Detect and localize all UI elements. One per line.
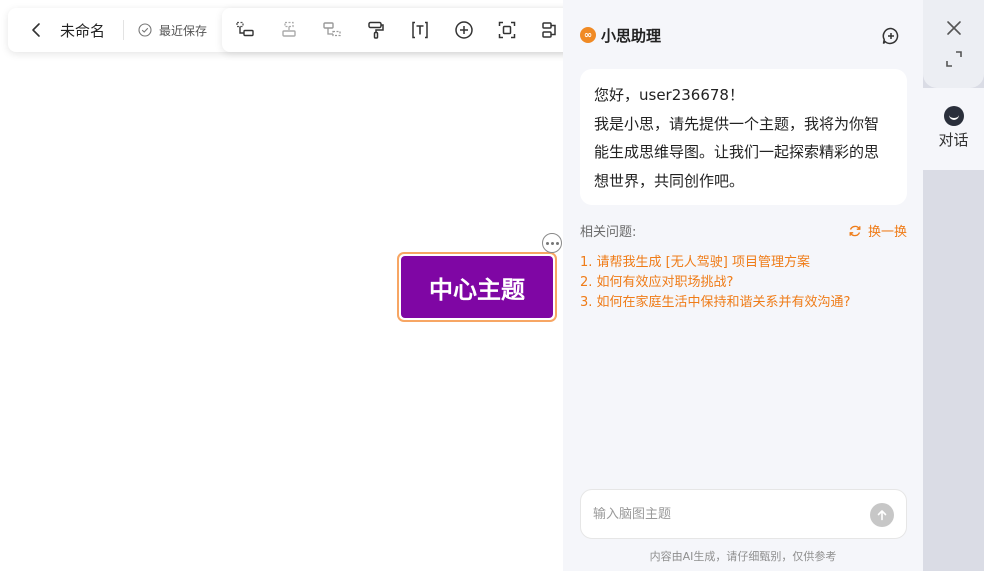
related-questions-label: 相关问题:: [580, 225, 637, 240]
expand-icon[interactable]: [944, 49, 964, 69]
greeting-text: 您好，user236678！ 我是小思，请先提供一个主题，我将为你智能生成思维导…: [594, 86, 880, 190]
insert-text-button[interactable]: [407, 17, 433, 43]
chat-tab-label: 对话: [938, 131, 969, 149]
chat-tab[interactable]: 对话: [923, 88, 984, 170]
topic-input[interactable]: [593, 506, 863, 522]
toolbar-divider: [123, 20, 125, 40]
central-topic-node[interactable]: 中心主题: [401, 256, 553, 318]
document-title[interactable]: 未命名: [60, 20, 105, 41]
greeting-message: 您好，user236678！ 我是小思，请先提供一个主题，我将为你智能生成思维导…: [580, 69, 907, 205]
add-sibling-icon: [281, 21, 296, 37]
topic-input-box: [580, 489, 907, 539]
add-parent-icon: [323, 22, 342, 37]
node-more-button[interactable]: [542, 233, 562, 253]
rail-empty-area: [923, 170, 984, 571]
chat-icon: [943, 106, 964, 126]
refresh-icon: [849, 225, 861, 236]
check-circle-icon: [138, 23, 152, 37]
assistant-header: ∞ 小思助理: [563, 0, 923, 70]
app-root: 未命名 最近保存 中心主题 ∞ 小思助理 您好，user236678！ 我是小思…: [0, 0, 984, 571]
text-icon: [412, 21, 428, 39]
assistant-panel: ∞ 小思助理 您好，user236678！ 我是小思，请先提供一个主题，我将为你…: [563, 0, 923, 571]
layout-button[interactable]: [538, 17, 563, 43]
insert-button[interactable]: [451, 17, 477, 43]
question-item-2[interactable]: 2. 如何有效应对职场挑战?: [580, 273, 910, 293]
send-button[interactable]: [870, 503, 894, 527]
question-item-3[interactable]: 3. 如何在家庭生活中保持和谐关系并有效沟通?: [580, 293, 910, 313]
edit-toolbar: [222, 8, 563, 52]
side-rail: 对话: [923, 0, 984, 571]
add-parent-button[interactable]: [320, 17, 346, 43]
add-child-icon: [236, 21, 254, 37]
assistant-logo: ∞: [580, 27, 596, 43]
central-node-selection: 中心主题: [397, 252, 557, 322]
new-chat-icon[interactable]: [881, 26, 901, 46]
related-questions-list: 1. 请帮我生成 [无人驾驶] 项目管理方案 2. 如何有效应对职场挑战? 3.…: [580, 253, 910, 313]
rail-controls: [923, 0, 984, 88]
ai-disclaimer: 内容由AI生成，请仔细甄别，仅供参考: [649, 550, 837, 563]
question-item-1[interactable]: 1. 请帮我生成 [无人驾驶] 项目管理方案: [580, 253, 910, 273]
save-status: 最近保存: [138, 22, 207, 39]
mindmap-canvas[interactable]: 未命名 最近保存 中心主题: [0, 0, 563, 571]
more-icon: [545, 241, 549, 245]
assistant-title: 小思助理: [601, 26, 662, 45]
add-child-button[interactable]: [232, 17, 258, 43]
close-icon[interactable]: [943, 17, 965, 39]
select-frame-button[interactable]: [495, 17, 521, 43]
insert-icon: [454, 21, 473, 39]
format-painter-icon: [368, 21, 384, 39]
select-icon: [499, 21, 516, 39]
format-painter-button[interactable]: [363, 17, 389, 43]
refresh-questions-button[interactable]: 换一换: [848, 221, 907, 240]
refresh-label: 换一换: [867, 225, 907, 240]
related-questions-header: 相关问题: 换一换: [580, 221, 907, 240]
send-icon: [877, 510, 887, 521]
add-sibling-button[interactable]: [276, 17, 302, 43]
back-button[interactable]: [22, 15, 52, 45]
save-status-text: 最近保存: [159, 23, 208, 38]
layout-icon: [542, 22, 556, 38]
chevron-left-icon: [32, 23, 40, 37]
